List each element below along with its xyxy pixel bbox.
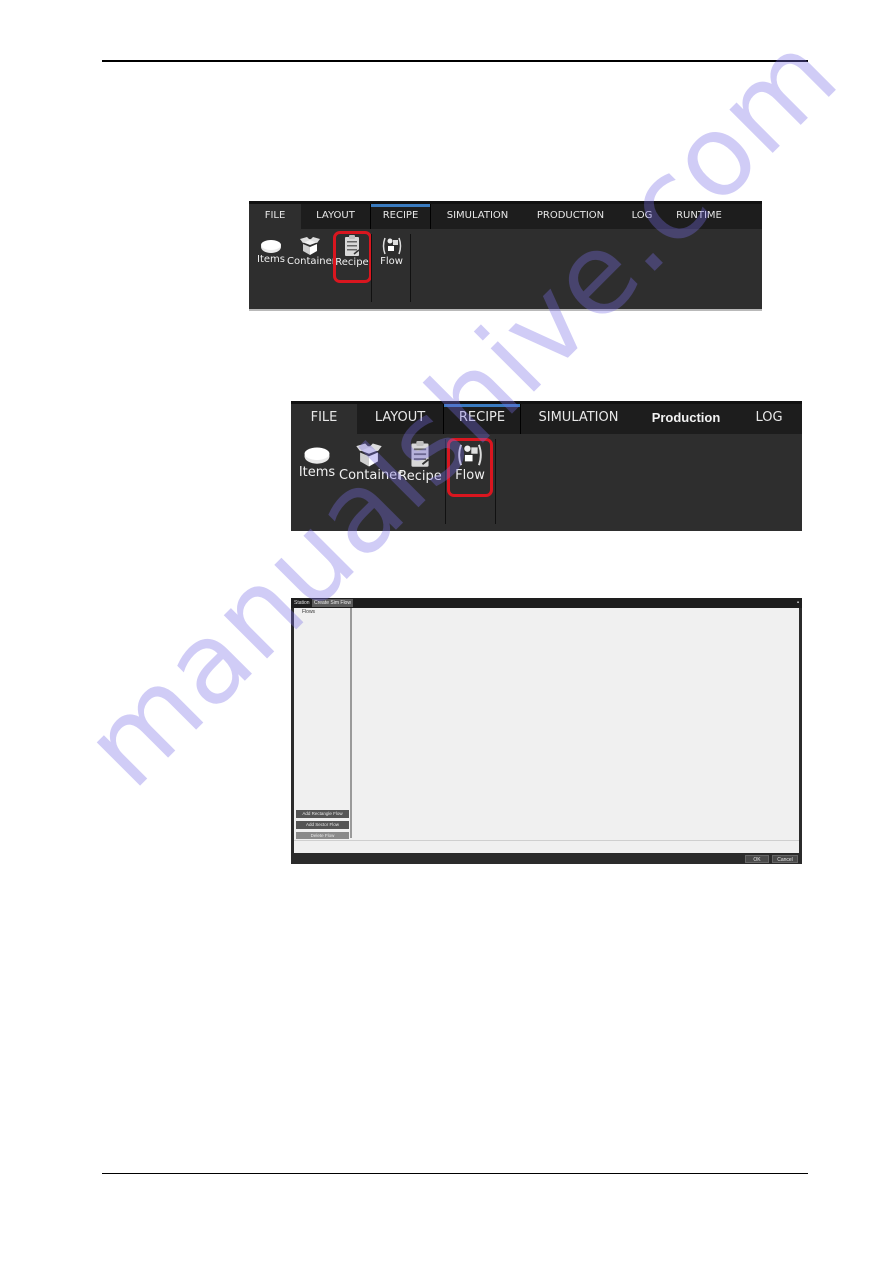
cancel-button[interactable]: Cancel: [772, 855, 798, 863]
delete-flow-button[interactable]: Delete Flow: [296, 832, 349, 839]
tab-log[interactable]: LOG: [736, 404, 802, 434]
ok-button[interactable]: OK: [745, 855, 769, 863]
tool-label: Items: [298, 465, 336, 480]
ribbon-screenshot-flow: FILE LAYOUT RECIPE SIMULATION Production…: [291, 401, 802, 531]
items-disc-icon: [304, 447, 330, 464]
tool-label: Recipe: [398, 469, 442, 484]
add-rectangle-flow-button[interactable]: Add Rectangle Flow: [296, 810, 349, 818]
recipe-highlight-box: [333, 231, 372, 283]
tab-simulation[interactable]: SIMULATION: [431, 204, 524, 229]
container-box-icon: [356, 443, 382, 467]
tab-layout[interactable]: LAYOUT: [357, 404, 443, 434]
tool-label: Flow: [380, 256, 403, 267]
ribbon-tabbar: FILE LAYOUT RECIPE SIMULATION PRODUCTION…: [249, 201, 762, 229]
close-icon[interactable]: ▪: [797, 599, 799, 607]
create-sim-flow-dialog: Station Create Sim Flow ▪ Flows Add Rect…: [291, 598, 802, 864]
tab-file[interactable]: FILE: [249, 204, 301, 229]
dialog-footer: OK Cancel: [291, 853, 802, 864]
tool-items[interactable]: Items: [298, 445, 336, 480]
dialog-title-tab[interactable]: Create Sim Flow: [312, 599, 353, 607]
tool-flow[interactable]: Flow: [375, 236, 408, 267]
group-separator: [495, 439, 496, 524]
tab-recipe[interactable]: RECIPE: [370, 204, 431, 229]
tool-label: Container: [339, 468, 403, 483]
tab-runtime[interactable]: RUNTIME: [667, 204, 731, 229]
group-separator: [371, 234, 372, 302]
flows-list-header: Flows: [302, 609, 316, 615]
flow-highlight-box: [447, 438, 493, 497]
items-disc-icon: [261, 240, 281, 253]
tab-log[interactable]: LOG: [617, 204, 667, 229]
tab-layout[interactable]: LAYOUT: [301, 204, 370, 229]
ribbon-tabbar: FILE LAYOUT RECIPE SIMULATION Production…: [291, 401, 802, 434]
tab-simulation[interactable]: SIMULATION: [521, 404, 636, 434]
dialog-status-strip: [294, 840, 799, 854]
tool-items[interactable]: Items: [254, 238, 288, 265]
group-separator: [445, 439, 446, 524]
dialog-body: Flows Add Rectangle Flow Add Sector Flow…: [294, 608, 799, 854]
footer-rule: [102, 1173, 808, 1174]
tool-recipe[interactable]: Recipe: [398, 440, 442, 484]
header-rule: [102, 60, 808, 62]
flow-canvas[interactable]: [352, 608, 799, 838]
add-sector-flow-button[interactable]: Add Sector Flow: [296, 821, 349, 829]
dialog-titlebar: Station Create Sim Flow ▪: [291, 598, 802, 608]
flows-list-pane: Flows Add Rectangle Flow Add Sector Flow…: [294, 608, 352, 839]
tab-file[interactable]: FILE: [291, 404, 357, 434]
ribbon-screenshot-recipe: FILE LAYOUT RECIPE SIMULATION PRODUCTION…: [249, 201, 762, 311]
flow-icon: [382, 237, 401, 255]
tab-production[interactable]: PRODUCTION: [524, 204, 617, 229]
recipe-clipboard-icon: [411, 441, 430, 467]
container-box-icon: [300, 237, 320, 255]
tool-label: Container: [287, 256, 336, 267]
tool-container[interactable]: Container: [287, 236, 336, 267]
tool-container[interactable]: Container: [339, 442, 403, 483]
group-separator: [410, 234, 411, 302]
tab-recipe[interactable]: RECIPE: [443, 404, 521, 434]
tool-label: Items: [257, 254, 285, 265]
tab-production[interactable]: Production: [636, 404, 736, 434]
dialog-title-prefix: Station: [294, 600, 310, 606]
